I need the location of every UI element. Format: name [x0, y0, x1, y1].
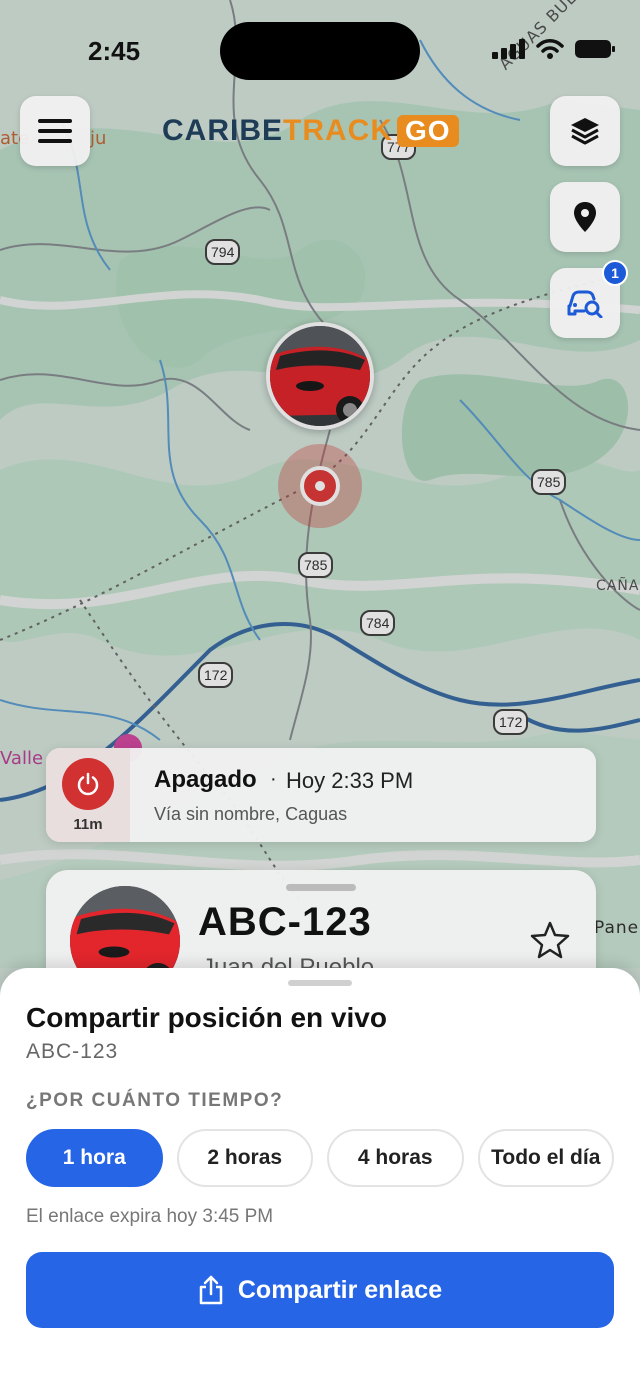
duration-option-all-day[interactable]: Todo el día: [477, 1129, 614, 1187]
car-search-icon: [567, 290, 603, 318]
duration-option-4-hours[interactable]: 4 horas: [327, 1129, 464, 1187]
event-duration: 11m: [73, 815, 103, 833]
share-link-button[interactable]: Compartir enlace: [26, 1252, 614, 1328]
sheet-drag-handle[interactable]: [288, 980, 352, 986]
power-status-indicator: [62, 757, 114, 810]
power-icon: [77, 772, 99, 795]
card-drag-handle[interactable]: [286, 884, 356, 891]
status-bar: 2:45: [0, 0, 640, 100]
event-address: Vía sin nombre, Caguas: [154, 804, 348, 824]
map-layers-button[interactable]: [550, 96, 620, 166]
sheet-title: Compartir posición en vivo: [26, 1002, 387, 1033]
app-logo: CARIBE TRACK GO: [162, 114, 459, 148]
event-status: Apagado: [154, 766, 257, 793]
vehicle-search-button[interactable]: 1: [550, 260, 628, 338]
logo-text: CARIBE: [162, 114, 284, 147]
link-expiry-text: El enlace expira hoy 3:45 PM: [26, 1206, 274, 1227]
favorite-button[interactable]: [530, 920, 570, 965]
status-icons: [492, 38, 616, 60]
last-event-card[interactable]: 11m Apagado · Hoy 2:33 PM Vía sin nombre…: [46, 748, 596, 842]
logo-badge: GO: [397, 115, 459, 147]
menu-button[interactable]: [20, 96, 90, 166]
status-time: 2:45: [88, 36, 141, 66]
duration-label: ¿POR CUÁNTO TIEMPO?: [26, 1090, 284, 1111]
duration-option-2-hours[interactable]: 2 horas: [176, 1129, 313, 1187]
vehicle-plate: ABC-123: [198, 900, 372, 944]
logo-text: TRACK: [283, 114, 394, 147]
duration-options: 1 hora 2 horas 4 horas Todo el día: [26, 1129, 614, 1187]
event-separator: ·: [270, 768, 277, 790]
dynamic-island: [220, 22, 420, 80]
event-time: Hoy 2:33 PM: [286, 768, 414, 793]
cellular-signal-icon: [492, 39, 525, 59]
battery-icon: [575, 40, 615, 58]
notification-badge: 1: [602, 260, 628, 286]
hamburger-icon: [38, 119, 72, 143]
event-icon-column: 11m: [46, 748, 130, 842]
share-link-label: Compartir enlace: [237, 1275, 443, 1304]
star-icon: [530, 921, 570, 959]
sheet-subtitle: ABC-123: [26, 1040, 119, 1063]
wifi-icon: [536, 39, 564, 59]
map-pin-icon: [574, 202, 596, 232]
share-location-sheet: Compartir posición en vivo ABC-123 ¿POR …: [0, 968, 640, 1391]
my-location-button[interactable]: [550, 182, 620, 252]
duration-option-1-hour[interactable]: 1 hora: [26, 1129, 163, 1187]
share-icon: [199, 1275, 223, 1305]
layers-icon: [571, 118, 599, 145]
app-screen: 777 794 785 785 784 172 172 AGUAS BUENAS…: [0, 0, 640, 1391]
